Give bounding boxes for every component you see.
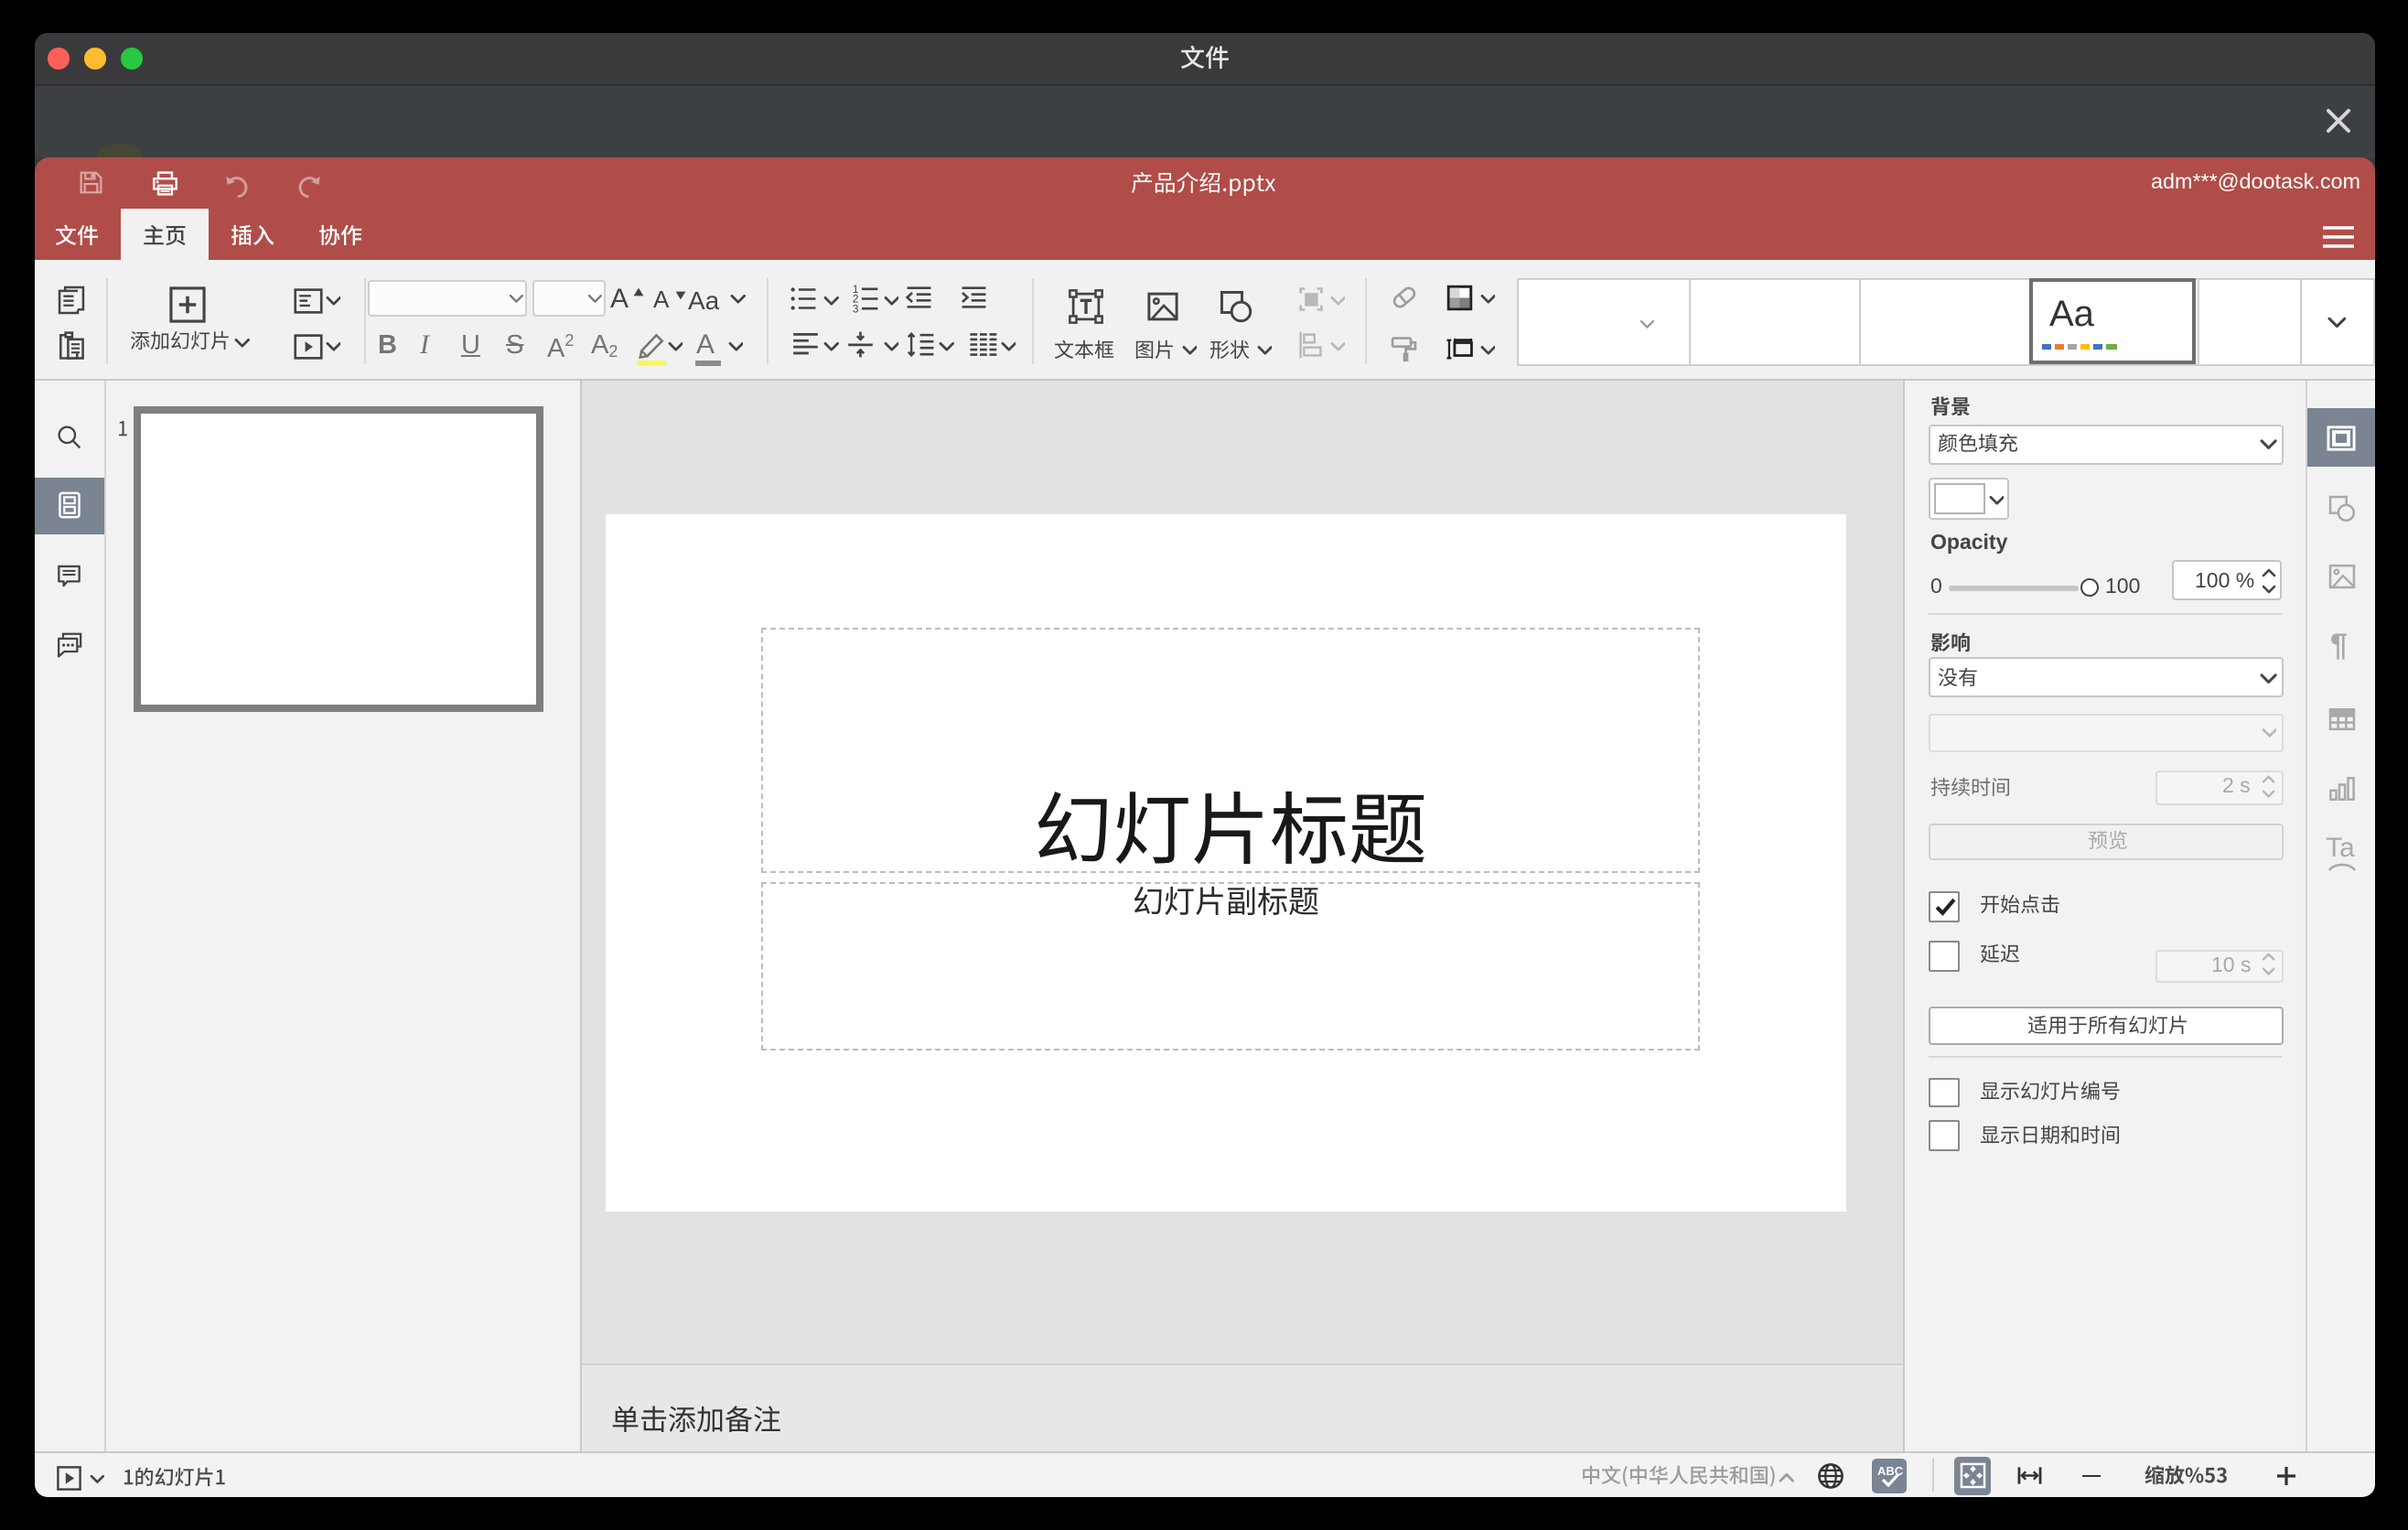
svg-text:3: 3 — [852, 303, 858, 316]
svg-text:ABC: ABC — [1876, 1464, 1903, 1478]
